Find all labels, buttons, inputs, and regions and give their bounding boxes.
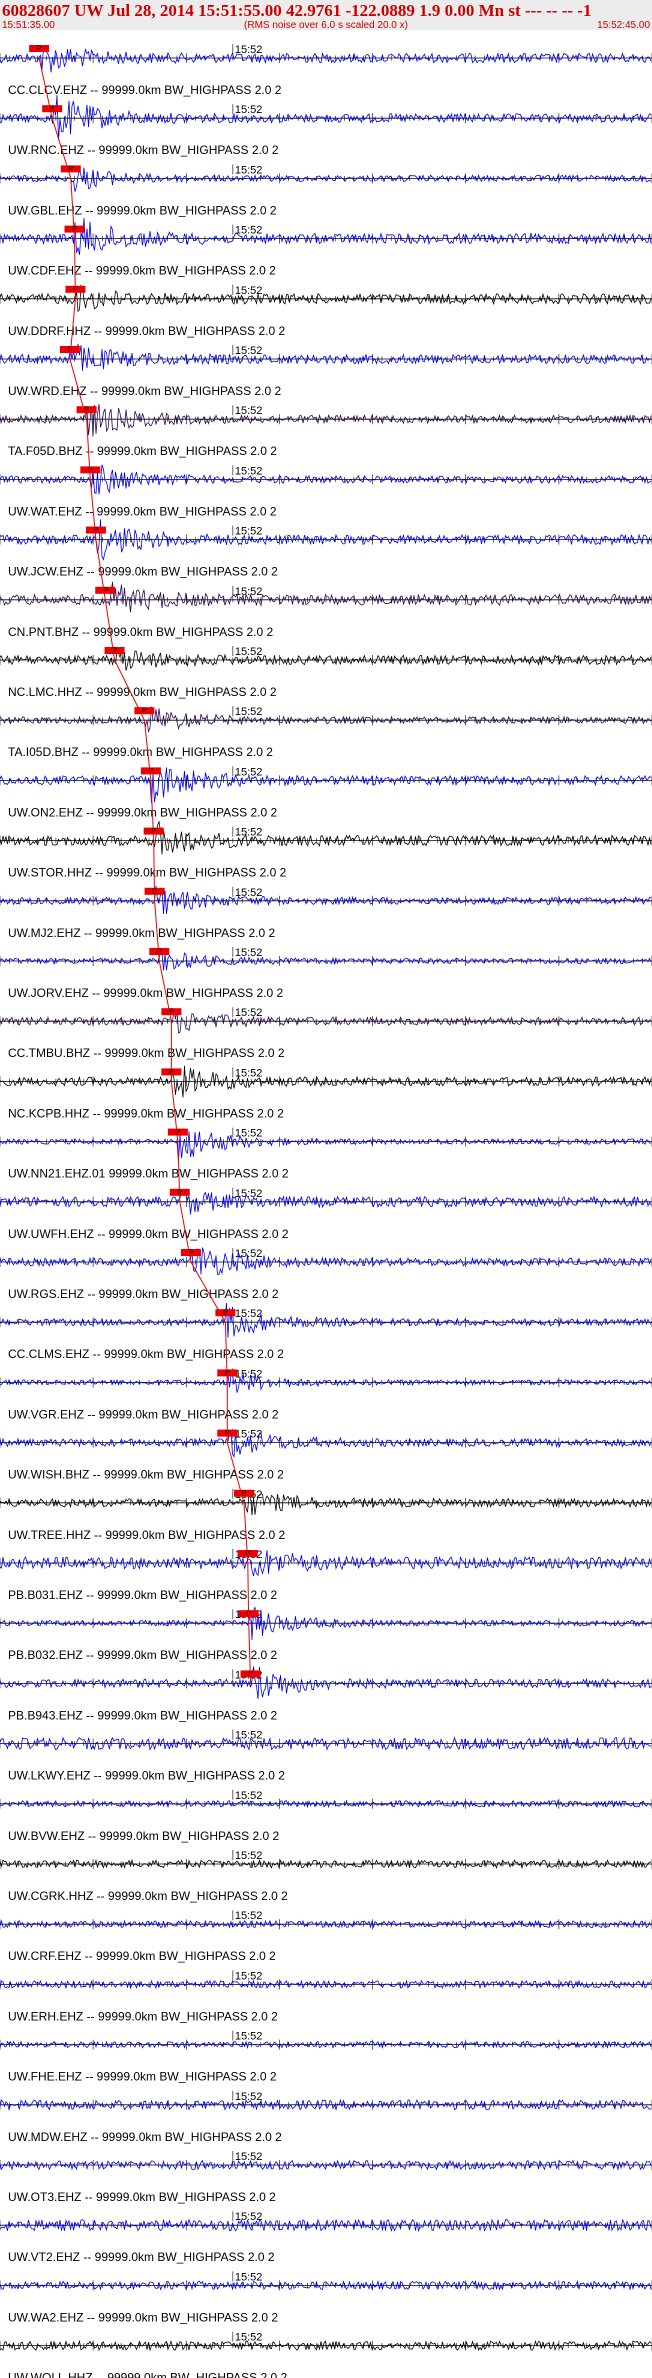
station-label: UW.MJ2.EHZ -- 99999.0km BW_HIGHPASS 2.0 … — [8, 926, 276, 940]
seismic-trace — [0, 284, 652, 313]
minute-label: 15:52 — [235, 586, 263, 598]
station-label: NC.KCPB.HHZ -- 99999.0km BW_HIGHPASS 2.0… — [8, 1106, 284, 1120]
minute-label: 15:52 — [235, 1910, 263, 1922]
seismogram-plot: 60828607 UW Jul 28, 2014 15:51:55.00 42.… — [0, 0, 652, 2378]
seismic-trace — [0, 820, 652, 855]
station-label: TA.I05D.BHZ -- 99999.0km BW_HIGHPASS 2.0… — [8, 745, 273, 759]
station-label: UW.WISH.BHZ -- 99999.0km BW_HIGHPASS 2.0… — [8, 1468, 284, 1482]
seismic-trace — [0, 947, 652, 971]
station-label: UW.DDRF.HHZ -- 99999.0km BW_HIGHPASS 2.0… — [8, 324, 286, 338]
p-pick-label: P — [245, 1551, 250, 1558]
p-pick-label: P — [72, 226, 77, 233]
station-label: UW.LKWY.EHZ -- 99999.0km BW_HIGHPASS 2.0… — [8, 1769, 285, 1783]
start-time: 15:51:35.00 — [2, 20, 55, 31]
station-label: UW.MDW.EHZ -- 99999.0km BW_HIGHPASS 2.0 … — [8, 2130, 282, 2144]
minute-label: 15:52 — [235, 1730, 263, 1742]
minute-label: 15:52 — [235, 164, 263, 176]
minute-label: 15:52 — [235, 465, 263, 477]
event-title: 60828607 UW Jul 28, 2014 15:51:55.00 42.… — [2, 1, 591, 20]
station-label: PB.B943.EHZ -- 99999.0km BW_HIGHPASS 2.0… — [8, 1708, 278, 1722]
station-label: TA.F05D.BHZ -- 99999.0km BW_HIGHPASS 2.0… — [8, 444, 277, 458]
minute-label: 15:52 — [235, 104, 263, 116]
rms-subtitle: (RMS noise over 6.0 s scaled 20.0 x) — [244, 20, 408, 31]
minute-label: 15:52 — [235, 1128, 263, 1140]
minute-label: 15:52 — [235, 706, 263, 718]
station-label: UW.TREE.HHZ -- 99999.0km BW_HIGHPASS 2.0… — [8, 1528, 286, 1542]
station-label: UW.WRD.EHZ -- 99999.0km BW_HIGHPASS 2.0 … — [8, 384, 282, 398]
seismic-trace — [0, 649, 652, 671]
station-label: CC.CLMS.EHZ -- 99999.0km BW_HIGHPASS 2.0… — [8, 1347, 284, 1361]
minute-label: 15:52 — [235, 1790, 263, 1802]
minute-label: 15:52 — [235, 2031, 263, 2043]
seismic-trace — [0, 167, 652, 192]
seismic-trace — [0, 1430, 652, 1458]
station-label: UW.ON2.EHZ -- 99999.0km BW_HIGHPASS 2.0 … — [8, 805, 278, 819]
station-label: CC.CLCV.EHZ -- 99999.0km BW_HIGHPASS 2.0… — [8, 83, 282, 97]
station-label: UW.ERH.EHZ -- 99999.0km BW_HIGHPASS 2.0 … — [8, 2009, 278, 2023]
minute-label: 15:52 — [235, 2271, 263, 2283]
p-pick-label: P — [37, 46, 42, 53]
minute-label: 15:52 — [235, 1368, 263, 1380]
station-label: UW.UWFH.EHZ -- 99999.0km BW_HIGHPASS 2.0… — [8, 1227, 289, 1241]
seismic-trace — [0, 1666, 652, 1699]
seismic-trace — [0, 1131, 652, 1162]
minute-label: 15:52 — [235, 405, 263, 417]
minute-label: 15:52 — [235, 827, 263, 839]
minute-label: 15:52 — [235, 1970, 263, 1982]
station-label: UW.BVW.EHZ -- 99999.0km BW_HIGHPASS 2.0 … — [8, 1829, 280, 1843]
seismic-trace — [0, 885, 652, 914]
p-pick-label: P — [223, 1310, 228, 1317]
seismic-trace — [0, 1492, 652, 1516]
p-pick-label: P — [88, 467, 93, 474]
seismic-trace — [0, 706, 652, 733]
end-time: 15:52:45.00 — [597, 20, 650, 31]
station-label: NC.LMC.HHZ -- 99999.0km BW_HIGHPASS 2.0 … — [8, 685, 277, 699]
p-pick-label: P — [142, 708, 147, 715]
station-label: UW.CRF.EHZ -- 99999.0km BW_HIGHPASS 2.0 … — [8, 1949, 276, 1963]
station-label: UW.WOLL.HHZ -- 99999.0km BW_HIGHPASS 2.0… — [8, 2371, 288, 2378]
station-label: UW.RNC.EHZ -- 99999.0km BW_HIGHPASS 2.0 … — [8, 143, 279, 157]
station-label: CN.PNT.BHZ -- 99999.0km BW_HIGHPASS 2.0 … — [8, 625, 274, 639]
minute-label: 15:52 — [235, 2091, 263, 2103]
seismic-trace — [0, 1247, 652, 1275]
station-label: PB.B032.EHZ -- 99999.0km BW_HIGHPASS 2.0… — [8, 1648, 278, 1662]
seismic-trace — [0, 218, 652, 255]
seismic-trace — [0, 1302, 652, 1338]
minute-label: 15:52 — [235, 526, 263, 538]
station-label: PB.B031.EHZ -- 99999.0km BW_HIGHPASS 2.0… — [8, 1588, 278, 1602]
trace-group: 15:52 CC.CLCV.EHZ -- 99999.0km BW_HIGHPAS… — [0, 44, 652, 2378]
station-label: UW.WA2.EHZ -- 99999.0km BW_HIGHPASS 2.0 … — [8, 2310, 278, 2324]
station-label: CC.TMBU.BHZ -- 99999.0km BW_HIGHPASS 2.0… — [8, 1046, 285, 1060]
station-label: UW.RGS.EHZ -- 99999.0km BW_HIGHPASS 2.0 … — [8, 1287, 279, 1301]
station-label: UW.VGR.EHZ -- 99999.0km BW_HIGHPASS 2.0 … — [8, 1407, 279, 1421]
station-label: UW.CDF.EHZ -- 99999.0km BW_HIGHPASS 2.0 … — [8, 264, 276, 278]
minute-label: 15:52 — [235, 1850, 263, 1862]
seismic-trace — [0, 95, 652, 141]
seismic-trace — [0, 1373, 652, 1393]
station-label: UW.FHE.EHZ -- 99999.0km BW_HIGHPASS 2.0 … — [8, 2070, 277, 2084]
minute-label: 15:52 — [235, 225, 263, 237]
seismic-trace — [0, 581, 652, 613]
minute-label: 15:52 — [235, 1308, 263, 1320]
station-label: UW.NN21.EHZ.01 99999.0km BW_HIGHPASS 2.0… — [8, 1167, 289, 1181]
seismic-trace — [0, 1736, 652, 1751]
seismic-trace — [0, 343, 652, 371]
station-label: UW.VT2.EHZ -- 99999.0km BW_HIGHPASS 2.0 … — [8, 2250, 275, 2264]
seismic-trace — [0, 767, 652, 804]
minute-label: 15:52 — [235, 2332, 263, 2344]
seismic-trace — [0, 45, 652, 73]
station-label: UW.CGRK.HHZ -- 99999.0km BW_HIGHPASS 2.0… — [8, 1889, 288, 1903]
station-label: UW.GBL.EHZ -- 99999.0km BW_HIGHPASS 2.0 … — [8, 203, 277, 217]
minute-label: 15:52 — [235, 947, 263, 959]
station-label: UW.JORV.EHZ -- 99999.0km BW_HIGHPASS 2.0… — [8, 986, 284, 1000]
p-pick-label: P — [157, 949, 162, 956]
station-label: UW.WAT.EHZ -- 99999.0km BW_HIGHPASS 2.0 … — [8, 504, 277, 518]
seismic-trace — [0, 403, 652, 437]
station-label: UW.OT3.EHZ -- 99999.0km BW_HIGHPASS 2.0 … — [8, 2190, 276, 2204]
station-label: UW.STOR.HHZ -- 99999.0km BW_HIGHPASS 2.0… — [8, 866, 287, 880]
minute-label: 15:52 — [235, 345, 263, 357]
station-label: UW.JCW.EHZ -- 99999.0km BW_HIGHPASS 2.0 … — [8, 565, 278, 579]
